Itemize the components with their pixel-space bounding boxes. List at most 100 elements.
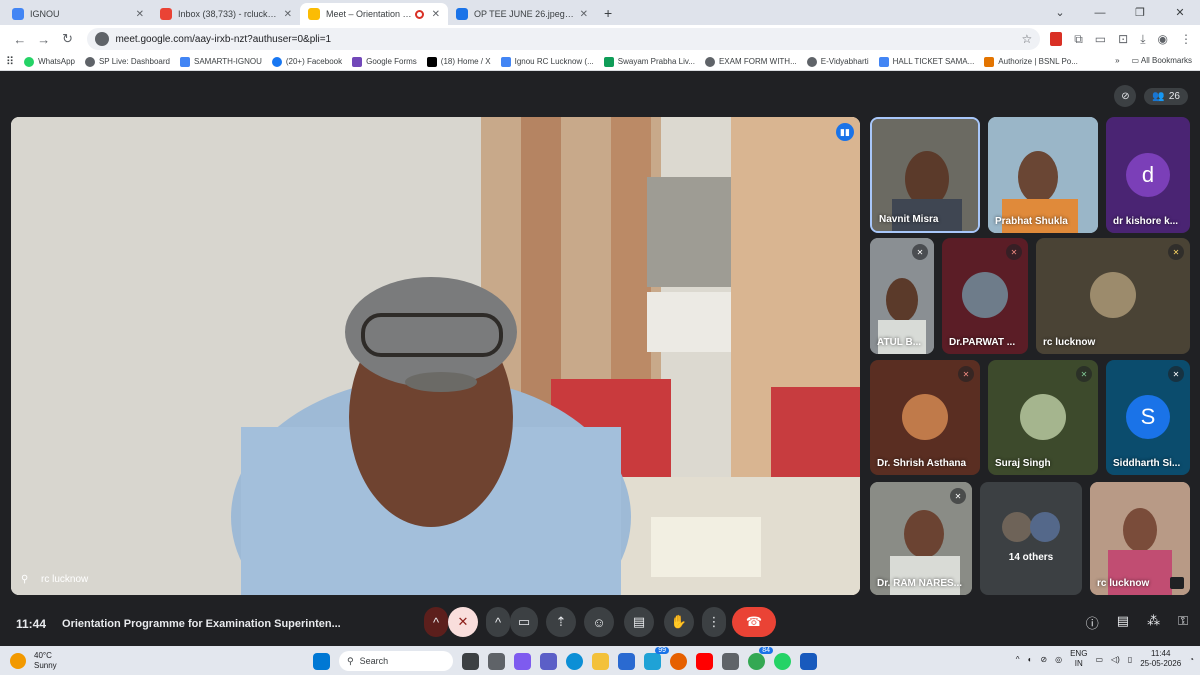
more-bookmarks-icon[interactable]: » [1115, 56, 1119, 65]
chat-icon[interactable]: ▤ [1117, 613, 1129, 632]
self-view-icon[interactable] [1170, 577, 1184, 589]
site-info-icon[interactable] [95, 32, 110, 46]
sun-icon [10, 652, 26, 669]
task-view-icon[interactable] [462, 652, 479, 670]
participant-tile[interactable]: rc lucknow [1090, 482, 1190, 595]
windows-start-icon[interactable] [313, 652, 330, 670]
weather-widget[interactable]: 40°C Sunny [10, 651, 130, 671]
bookmark-swayam[interactable]: Swayam Prabha Liv... [603, 56, 695, 67]
close-tab-icon[interactable]: ✕ [136, 9, 144, 20]
file-explorer-icon[interactable] [592, 652, 609, 670]
tab-meet[interactable]: Meet – Orientation Program ✕ [300, 3, 448, 25]
minimize-button[interactable]: — [1080, 7, 1120, 19]
whatsapp-app-icon[interactable] [774, 652, 791, 670]
participant-tile[interactable]: ✕ rc lucknow [1036, 238, 1190, 354]
copilot-icon[interactable] [514, 652, 531, 670]
tab-ignou[interactable]: IGNOU ✕ [4, 3, 152, 25]
participant-tile[interactable]: Navnit Misra [870, 117, 980, 233]
taskbar-search[interactable]: ⚲ Search [339, 651, 453, 671]
download-icon[interactable]: ⤓ [1140, 32, 1145, 47]
participant-tile[interactable]: ✕ ATUL B... [870, 238, 934, 354]
bookmark-evidyabharti[interactable]: E-Vidyabharti [806, 56, 869, 67]
tray-overflow-icon[interactable]: ^ [1016, 655, 1020, 664]
audio-options-button[interactable]: ^ [424, 607, 448, 637]
leave-call-button[interactable]: ☎ [732, 607, 776, 637]
profile-icon[interactable]: ◉ [1158, 32, 1168, 46]
sidebar-icon[interactable]: ▭ [1095, 32, 1106, 46]
chrome-icon[interactable]: 84 [748, 646, 773, 670]
language-indicator[interactable]: ENG IN [1070, 649, 1087, 669]
display-icon[interactable]: ▭ [1095, 655, 1103, 664]
store-icon[interactable] [618, 652, 635, 670]
close-tab-icon[interactable]: ✕ [432, 9, 440, 20]
participant-tile[interactable]: Prabhat Shukla [988, 117, 1098, 233]
raise-hand-button[interactable]: ✋ [664, 607, 694, 637]
apps-icon[interactable]: ⠿ [6, 55, 14, 68]
bookmark-whatsapp[interactable]: WhatsApp [24, 56, 75, 67]
pdf-extension-icon[interactable] [1050, 32, 1063, 46]
tray-network-icon[interactable]: ◎ [1055, 655, 1062, 664]
teams-icon[interactable] [540, 652, 557, 670]
captions-button[interactable]: ▤ [624, 607, 654, 637]
battery-icon[interactable]: ▯ [1128, 655, 1132, 664]
participant-tile[interactable]: ✕ Dr. Shrish Asthana [870, 360, 980, 475]
menu-icon[interactable]: ⋮ [1180, 32, 1192, 46]
captions-off-icon[interactable]: ⊘ [1114, 85, 1137, 107]
widgets-icon[interactable] [488, 652, 505, 670]
back-icon[interactable]: ← [8, 32, 32, 47]
bookmark-ignou-rc[interactable]: Ignou RC Lucknow (... [500, 56, 594, 67]
tab-inbox[interactable]: Inbox (38,733) - rclucknow@ign ✕ [152, 3, 300, 25]
close-tab-icon[interactable]: ✕ [580, 9, 588, 20]
restore-button[interactable]: ❐ [1120, 6, 1160, 19]
participant-tile[interactable]: ✕ Dr. RAM NARES... [870, 482, 972, 595]
tab-image[interactable]: OP TEE JUNE 26.jpeg (1485×73 ✕ [448, 3, 596, 25]
info-icon[interactable]: ⓘ [1086, 613, 1099, 632]
reload-icon[interactable]: ↻ [56, 31, 80, 47]
mic-toggle-button[interactable]: ✕ [448, 607, 478, 637]
close-tab-icon[interactable]: ✕ [284, 9, 292, 20]
bookmark-exam-form[interactable]: EXAM FORM WITH... [704, 56, 797, 67]
bookmark-facebook[interactable]: (20+) Facebook [271, 56, 342, 67]
participant-tile[interactable]: d dr kishore k... [1106, 117, 1190, 233]
bookmark-bsnl[interactable]: Authorize | BSNL Po... [984, 56, 1078, 67]
url-bar[interactable]: meet.google.com/aay-irxb-nzt?authuser=0&… [87, 28, 1041, 50]
participant-tile[interactable]: ✕ Dr.PARWAT ... [942, 238, 1028, 354]
forward-icon[interactable]: → [32, 32, 56, 47]
whatsapp-taskbar-icon[interactable]: 99 [644, 646, 669, 670]
pin-icon[interactable]: ⚲ [21, 574, 28, 585]
camera-app-icon[interactable] [722, 652, 739, 670]
video-options-button[interactable]: ^ [486, 607, 510, 637]
bookmark-samarth[interactable]: SAMARTH-IGNOU [179, 56, 262, 67]
word-icon[interactable] [800, 652, 817, 670]
host-controls-icon[interactable]: ⚿ [1178, 613, 1188, 632]
reactions-button[interactable]: ☺ [584, 607, 614, 637]
extensions-icon[interactable]: ⧉ [1074, 32, 1083, 47]
tray-app-icon[interactable]: ◐ [1028, 655, 1033, 664]
system-clock[interactable]: 11:44 25-05-2026 [1140, 649, 1181, 669]
close-window-button[interactable]: ✕ [1160, 6, 1200, 19]
tab-search-icon[interactable]: ⌄ [1040, 6, 1080, 19]
bookmark-sp-live[interactable]: SP Live: Dashboard [84, 56, 170, 67]
bookmark-star-icon[interactable]: ☆ [1021, 32, 1032, 46]
bookmark-hall-ticket[interactable]: HALL TICKET SAMA... [878, 56, 974, 67]
cast-icon[interactable]: ⊡ [1118, 32, 1128, 46]
more-options-button[interactable]: ⋮ [702, 607, 726, 637]
volume-icon[interactable]: ◁) [1111, 655, 1120, 664]
present-button[interactable]: ⇡ [546, 607, 576, 637]
participant-tile[interactable]: ✕ Suraj Singh [988, 360, 1098, 475]
activities-icon[interactable]: ⁂ [1147, 613, 1160, 632]
camera-toggle-button[interactable]: ▭ [510, 607, 538, 637]
participants-button[interactable]: 👥 26 [1144, 87, 1188, 105]
notifications-icon[interactable]: ◔ [1189, 655, 1194, 664]
edge-icon[interactable] [566, 652, 583, 670]
youtube-icon[interactable] [696, 652, 713, 670]
tray-mic-icon[interactable]: ⊘ [1040, 655, 1047, 664]
firefox-icon[interactable] [670, 652, 687, 670]
participant-tile[interactable]: S ✕ Siddharth Si... [1106, 360, 1190, 475]
main-speaker-video[interactable]: rc lucknow ⚲ ▮▮ [11, 117, 860, 595]
all-bookmarks[interactable]: ▭ All Bookmarks [1132, 56, 1192, 65]
bookmark-google-forms[interactable]: Google Forms [352, 56, 417, 67]
new-tab-button[interactable]: + [596, 5, 620, 25]
bookmark-x[interactable]: (18) Home / X [426, 56, 491, 67]
others-tile[interactable]: 14 others [980, 482, 1082, 595]
